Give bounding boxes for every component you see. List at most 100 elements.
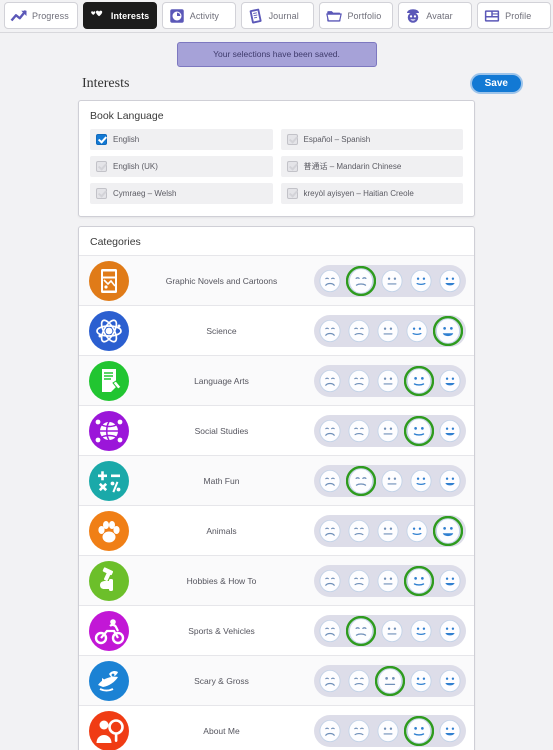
rating-face-3-selected[interactable] (374, 665, 406, 696)
nav-tab-avatar[interactable]: Avatar (398, 2, 473, 29)
rating-face-2-selected[interactable] (345, 465, 377, 496)
rating-face-3[interactable] (375, 318, 401, 344)
nav-tab-profile[interactable]: Profile (477, 2, 552, 29)
language-option[interactable]: kreyòl ayisyen – Haitian Creole (280, 183, 463, 204)
main-navigation: Progress Interests Activity Journal Portfoli… (0, 0, 553, 33)
rating-face-2-selected[interactable] (345, 615, 377, 646)
rating-face-1[interactable] (317, 718, 343, 744)
rating-face-4[interactable] (404, 518, 430, 544)
rating-face-5[interactable] (437, 668, 463, 694)
rating-face-3[interactable] (379, 618, 405, 644)
rating-face-1[interactable] (317, 668, 343, 694)
language-option[interactable]: English (90, 129, 273, 150)
rating-face-4-selected[interactable] (403, 415, 435, 446)
rating-face-3[interactable] (375, 418, 401, 444)
checkbox-unchecked-icon[interactable] (96, 188, 107, 199)
book-language-title: Book Language (90, 110, 164, 122)
nav-tab-interests[interactable]: Interests (82, 2, 157, 29)
rating-face-3[interactable] (375, 368, 401, 394)
rating-face-2[interactable] (346, 518, 372, 544)
smiley-avatar-icon (404, 7, 422, 25)
nav-tab-label: Activity (189, 10, 220, 21)
rating-face-1[interactable] (317, 268, 343, 294)
rating-face-3[interactable] (379, 468, 405, 494)
rating-face-5[interactable] (437, 718, 463, 744)
categories-list: Graphic Novels and Cartoons Science Lang… (79, 255, 474, 750)
checkbox-unchecked-icon[interactable] (286, 161, 298, 172)
book-language-options: English Español – Spanish English (UK) 普通话 … (79, 129, 474, 216)
rating-face-2[interactable] (346, 568, 372, 594)
nav-tab-portfolio[interactable]: Portfolio (319, 2, 394, 29)
rating-face-3[interactable] (375, 568, 401, 594)
nav-tab-journal[interactable]: Journal (240, 2, 315, 29)
rating-face-1[interactable] (317, 518, 343, 544)
rating-face-2[interactable] (346, 718, 372, 744)
paw-print-icon (89, 510, 129, 551)
rating-face-5-selected[interactable] (432, 515, 464, 546)
saved-notification-text: Your selections have been saved. (213, 49, 340, 59)
language-option-label: 普通话 – Mandarin Chinese (303, 162, 402, 171)
rating-face-5[interactable] (437, 268, 463, 294)
folder-icon (325, 7, 343, 25)
category-label: Graphic Novels and Cartoons (165, 275, 278, 286)
category-label: Sports & Vehicles (188, 625, 255, 636)
rating-face-4[interactable] (408, 668, 434, 694)
rating-face-4[interactable] (408, 618, 434, 644)
rating-face-5[interactable] (437, 618, 463, 644)
rating-face-2-selected[interactable] (345, 265, 377, 296)
rating-scale (314, 364, 466, 397)
rating-face-3[interactable] (375, 518, 401, 544)
checkbox-checked-icon[interactable] (96, 134, 107, 145)
category-row: Scary & Gross (79, 655, 474, 705)
rating-face-5[interactable] (437, 418, 463, 444)
nav-tab-progress[interactable]: Progress (4, 2, 78, 29)
rating-scale (314, 464, 466, 497)
rating-face-4-selected[interactable] (403, 365, 435, 396)
rating-face-5-selected[interactable] (432, 315, 464, 346)
progress-chart-icon (10, 7, 28, 25)
rating-face-1[interactable] (317, 368, 343, 394)
language-option[interactable]: English (UK) (90, 156, 273, 177)
hearts-icon (89, 7, 107, 25)
rating-face-1[interactable] (317, 468, 343, 494)
nav-tab-label: Avatar (426, 10, 453, 21)
page-title: Interests (82, 75, 130, 91)
rating-face-3[interactable] (375, 718, 401, 744)
rating-face-4[interactable] (408, 468, 434, 494)
rating-face-4[interactable] (408, 268, 434, 294)
rating-face-4-selected[interactable] (403, 715, 435, 746)
save-button[interactable]: Save (469, 73, 523, 94)
page-header: Interests Save (0, 69, 553, 100)
category-row: Science (79, 305, 474, 355)
rating-face-5[interactable] (437, 368, 463, 394)
rating-face-2[interactable] (346, 318, 372, 344)
language-option[interactable]: Cymraeg – Welsh (90, 183, 273, 204)
category-row: Language Arts (79, 355, 474, 405)
language-option[interactable]: 普通话 – Mandarin Chinese (280, 156, 463, 177)
language-option[interactable]: Español – Spanish (280, 129, 463, 150)
checkbox-unchecked-icon[interactable] (286, 134, 298, 145)
category-row: Sports & Vehicles (79, 605, 474, 655)
language-option-label: Cymraeg – Welsh (113, 189, 177, 198)
rating-face-1[interactable] (317, 318, 343, 344)
rating-face-3[interactable] (379, 268, 405, 294)
rating-face-2[interactable] (346, 368, 372, 394)
rating-face-2[interactable] (346, 668, 372, 694)
person-mirror-icon (89, 710, 129, 750)
rating-face-1[interactable] (317, 568, 343, 594)
rating-face-4[interactable] (404, 318, 430, 344)
category-row: Animals (79, 505, 474, 555)
category-label: Science (206, 325, 237, 336)
id-card-icon (483, 7, 501, 25)
rating-face-1[interactable] (317, 418, 343, 444)
nav-tab-activity[interactable]: Activity (161, 2, 236, 29)
comic-page-icon (89, 260, 129, 301)
category-row: Math Fun (79, 455, 474, 505)
rating-face-5[interactable] (437, 568, 463, 594)
checkbox-unchecked-icon[interactable] (96, 161, 107, 172)
checkbox-unchecked-icon[interactable] (286, 188, 298, 199)
rating-face-2[interactable] (346, 418, 372, 444)
rating-face-5[interactable] (437, 468, 463, 494)
rating-face-1[interactable] (317, 618, 343, 644)
rating-face-4-selected[interactable] (403, 565, 435, 596)
